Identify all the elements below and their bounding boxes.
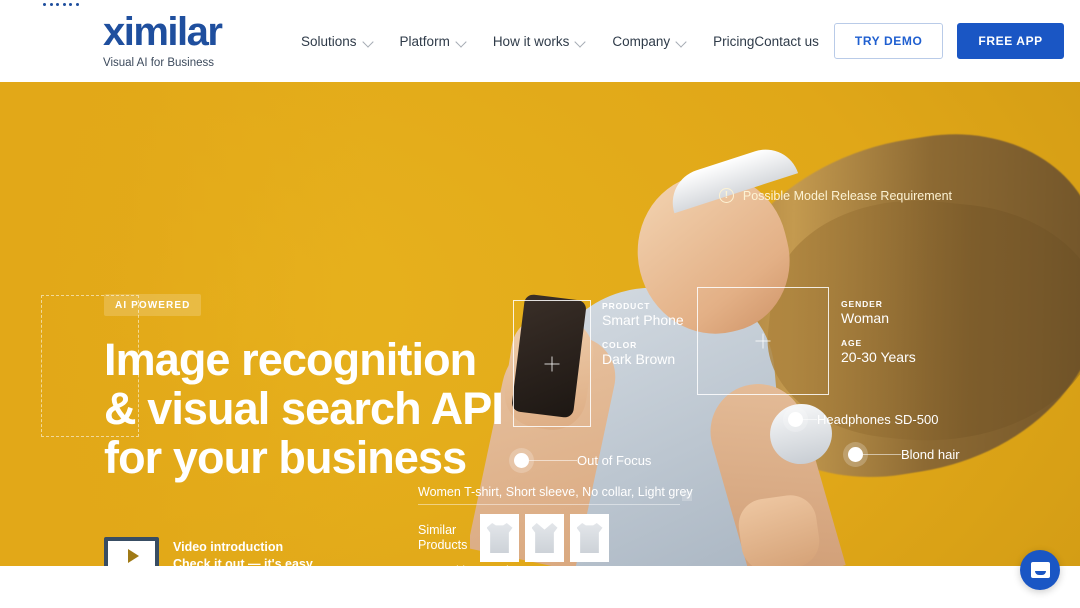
video-title: Video introduction <box>173 540 284 554</box>
nav-label: Company <box>612 33 671 49</box>
site-header: ximilar Visual AI for Business Solutions… <box>0 0 1080 82</box>
logo-wordmark: ximilar <box>103 10 223 54</box>
color-group: COLOR Dark Brown <box>602 340 684 367</box>
photo-fist <box>735 491 823 566</box>
exclamation-circle-icon: ! <box>718 188 734 203</box>
hero-section: ! Possible Model Release Requirement AI … <box>0 82 1080 566</box>
notice-text: Possible Model Release Requirement <box>742 188 952 203</box>
contact-us-link[interactable]: Contact us <box>754 34 819 49</box>
nav-item-solutions[interactable]: Solutions <box>301 34 373 49</box>
annotation-rule <box>863 454 901 455</box>
chevron-down-icon <box>457 37 466 46</box>
age-key: AGE <box>841 338 863 348</box>
product-caption: Women T-shirt, Short sleeve, No collar, … <box>418 485 693 499</box>
color-key: COLOR <box>602 340 638 350</box>
youtube-play-icon[interactable] <box>104 537 159 566</box>
brand-tagline: Visual AI for Business <box>103 57 215 69</box>
brand-logo[interactable]: ximilar Visual AI for Business <box>43 3 253 70</box>
chevron-down-icon <box>364 37 373 46</box>
primary-navigation: Solutions Platform How it works Company … <box>301 34 754 49</box>
annotation-dot[interactable] <box>788 412 803 427</box>
similar-products-panel: Women T-shirt, Short sleeve, No collar, … <box>418 485 693 562</box>
person-annotation: GENDER Woman AGE 20-30 Years <box>841 299 916 365</box>
hero-copy: AI POWERED Image recognition & visual se… <box>104 294 524 482</box>
caption-rule <box>418 504 680 505</box>
model-release-notice: ! Possible Model Release Requirement <box>718 188 952 203</box>
annotation-rule <box>803 419 817 420</box>
hair-label: Blond hair <box>901 447 960 462</box>
chevron-down-icon <box>576 37 585 46</box>
nav-item-pricing[interactable]: Pricing <box>713 34 754 49</box>
phone-detection-box[interactable] <box>513 300 591 427</box>
video-text: Video introduction Check it out — it's e… <box>173 539 313 566</box>
nav-item-how-it-works[interactable]: How it works <box>493 34 586 49</box>
similar-products-row: Similar Products <box>418 514 680 562</box>
headline-line-1: Image recognition <box>104 334 477 385</box>
video-introduction[interactable]: Video introduction Check it out — it's e… <box>104 537 313 566</box>
headphones-annotation: Headphones SD-500 <box>788 412 938 427</box>
suggested-keywords-panel: Suggested keywords WOMAN FACE SMILE CELL… <box>399 564 707 566</box>
crosshair-icon <box>544 356 560 371</box>
color-value: Dark Brown <box>602 351 676 367</box>
phone-detection-outer-box <box>41 295 139 437</box>
focus-annotation: Out of Focus <box>514 453 651 468</box>
try-demo-button[interactable]: TRY DEMO <box>833 23 944 59</box>
gender-key: GENDER <box>841 299 883 309</box>
product-key: PRODUCT <box>602 301 651 311</box>
similar-products-label: Similar Products <box>418 523 468 552</box>
page-bottom-strip <box>0 566 1080 608</box>
annotation-dot[interactable] <box>848 447 863 462</box>
headphones-label: Headphones SD-500 <box>817 412 939 427</box>
nav-label: How it works <box>492 33 570 49</box>
page-title: Image recognition & visual search API fo… <box>104 335 524 482</box>
headline-line-2: & visual search API <box>104 383 504 434</box>
annotation-dot[interactable] <box>514 453 529 468</box>
crosshair-icon <box>755 333 771 349</box>
face-detection-box[interactable] <box>697 287 829 395</box>
nav-label: Platform <box>399 33 450 49</box>
logo-dots-decoration <box>43 3 79 6</box>
nav-label: Pricing <box>713 33 755 49</box>
similar-thumbnails <box>480 514 609 562</box>
product-value: Smart Phone <box>602 312 684 328</box>
nav-item-platform[interactable]: Platform <box>400 34 466 49</box>
free-app-button[interactable]: FREE APP <box>957 23 1064 59</box>
header-actions: Contact us TRY DEMO FREE APP <box>754 23 1064 59</box>
gender-value: Woman <box>841 310 889 326</box>
nav-item-company[interactable]: Company <box>612 34 686 49</box>
product-annotation: PRODUCT Smart Phone COLOR Dark Brown <box>602 301 684 367</box>
age-group: AGE 20-30 Years <box>841 338 916 365</box>
nav-label: Solutions <box>301 33 357 49</box>
focus-label: Out of Focus <box>577 453 652 468</box>
similar-thumbnail[interactable] <box>570 514 609 562</box>
chat-bubble-icon <box>1030 562 1050 578</box>
similar-thumbnail[interactable] <box>525 514 564 562</box>
similar-thumbnail[interactable] <box>480 514 519 562</box>
annotation-rule <box>529 460 577 461</box>
chevron-down-icon <box>677 37 686 46</box>
age-value: 20-30 Years <box>841 349 916 365</box>
headline-line-3: for your business <box>104 432 467 483</box>
product-group: PRODUCT Smart Phone <box>602 301 684 328</box>
video-subtitle: Check it out — it's easy <box>173 557 313 566</box>
chat-widget-button[interactable] <box>1020 550 1060 590</box>
keywords-title: Suggested keywords <box>399 564 707 566</box>
hair-annotation: Blond hair <box>848 447 960 462</box>
gender-group: GENDER Woman <box>841 299 916 326</box>
